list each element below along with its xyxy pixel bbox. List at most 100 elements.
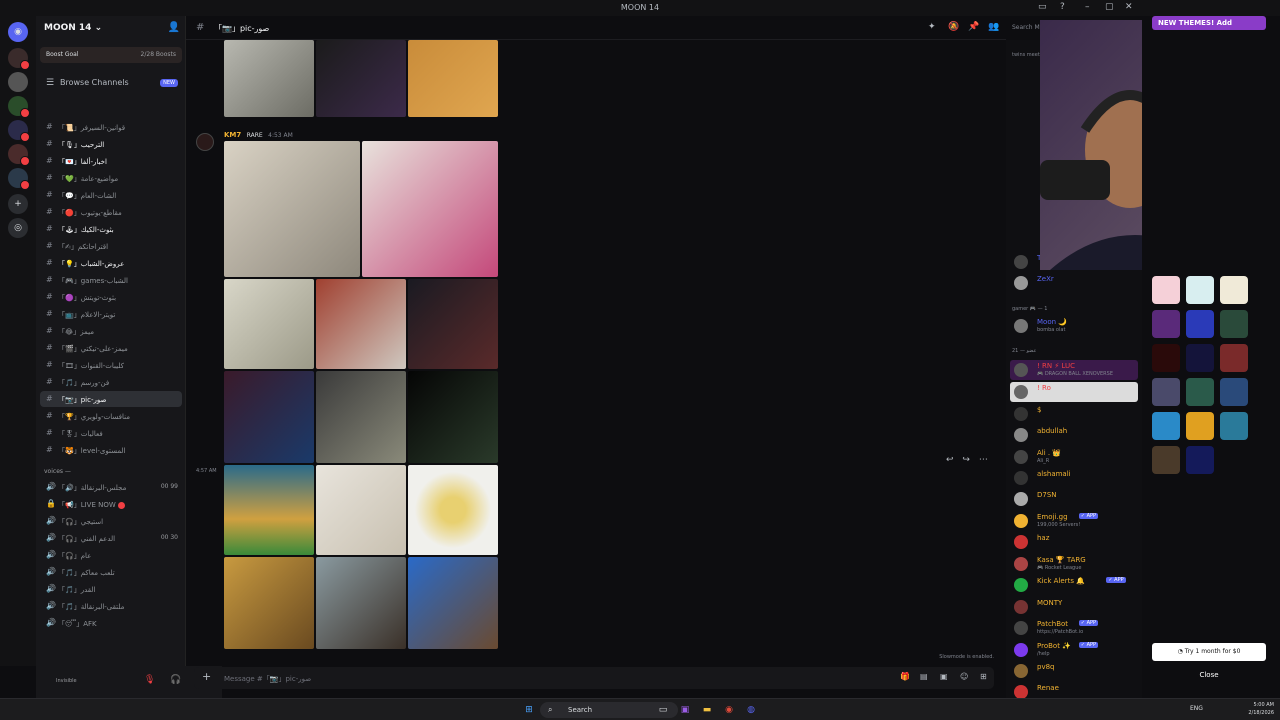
browse-channels[interactable]: ☰ Browse Channels NEW: [40, 74, 182, 92]
attachment-image[interactable]: [408, 371, 498, 463]
theme-swatch[interactable]: [1152, 412, 1180, 440]
theme-swatch[interactable]: [1186, 344, 1214, 372]
channel-item[interactable]: # 「💬」الشات-العام: [40, 187, 182, 203]
channel-item[interactable]: # 「💚」مواضيع-عامة: [40, 170, 182, 186]
server-icon[interactable]: [8, 120, 30, 142]
apps-icon[interactable]: ⊞: [980, 672, 987, 681]
close-window-button[interactable]: ✕: [1125, 2, 1133, 12]
attachment-image[interactable]: [224, 279, 314, 369]
voice-channel-item[interactable]: 🔊 「🎧」استيجي: [40, 513, 182, 529]
member-item[interactable]: Kasa 🏆 TARG 🎮 Rocket League: [1010, 554, 1138, 574]
gif-icon[interactable]: ▤: [920, 672, 928, 681]
attachment-image[interactable]: [224, 40, 314, 117]
home-icon[interactable]: ◉: [8, 22, 28, 42]
attachment-image[interactable]: [224, 465, 314, 555]
channel-item[interactable]: # 「🔴」مقاطع-يوتيوب: [40, 204, 182, 220]
help-icon[interactable]: ?: [1060, 2, 1065, 12]
server-icon[interactable]: [8, 72, 28, 92]
theme-swatch[interactable]: [1152, 446, 1180, 474]
attachment-image[interactable]: [408, 279, 498, 369]
channel-item[interactable]: # 「📜」قوانين-السيرفر: [40, 119, 182, 135]
theme-swatch[interactable]: [1220, 378, 1248, 406]
windows-start-icon[interactable]: ⊞: [522, 703, 536, 717]
premiere-icon[interactable]: ▣: [678, 703, 692, 717]
task-view-icon[interactable]: ▭: [656, 703, 670, 717]
member-item[interactable]: haz: [1010, 532, 1138, 552]
theme-swatch[interactable]: [1186, 412, 1214, 440]
theme-swatch[interactable]: [1186, 276, 1214, 304]
headphones-icon[interactable]: 🎧: [170, 675, 181, 685]
close-button[interactable]: Close: [1152, 671, 1266, 685]
sticker-icon[interactable]: ▣: [940, 672, 948, 681]
member-item[interactable]: ProBot ✨ ✓ APP/help: [1010, 640, 1138, 660]
channel-item[interactable]: # 「💡」عروض-الشباب: [40, 255, 182, 271]
channel-item[interactable]: # 「🎞」كليبات-القنوات: [40, 357, 182, 373]
member-item[interactable]: ZeXr: [1010, 273, 1138, 293]
invite-icon[interactable]: 👤: [168, 22, 180, 33]
voices-category[interactable]: voices —: [44, 468, 71, 475]
member-item[interactable]: Emoji.gg ✓ APP 199,000 Servers!: [1010, 511, 1138, 531]
discord-icon[interactable]: ◍: [744, 703, 758, 717]
attachment-image[interactable]: [316, 371, 406, 463]
taskbar-clock[interactable]: 5:00 AM 2/18/2026: [1248, 701, 1274, 717]
voice-channel-item[interactable]: 🔊 「🎵」تلعب معاكم: [40, 564, 182, 580]
attachment-image[interactable]: [408, 557, 498, 649]
voice-channel-item[interactable]: 🔊 「😴」AFK: [40, 615, 182, 631]
forward-icon[interactable]: ↪: [962, 455, 970, 465]
avatar[interactable]: [196, 133, 214, 151]
gift-icon[interactable]: 🎁: [900, 672, 910, 681]
voice-channel-item[interactable]: 🔊 「🎵」القدر: [40, 581, 182, 597]
theme-swatch[interactable]: [1152, 378, 1180, 406]
message-composer[interactable]: + Message #「📷」pic-صور 🎁 ▤ ▣ ☺ ⊞: [194, 667, 994, 689]
attachment-image[interactable]: [408, 465, 498, 555]
voice-channel-item[interactable]: 🔊 「🎧」عام: [40, 547, 182, 563]
channel-item[interactable]: # 「🕹」بثوث-الكيك: [40, 221, 182, 237]
member-item[interactable]: ! RN ⚡ LUC 🎮 DRAGON BALL XENOVERSE: [1010, 360, 1138, 380]
attachment-image[interactable]: [316, 279, 406, 369]
attachment-image[interactable]: [316, 465, 406, 555]
reply-icon[interactable]: ↩: [946, 455, 954, 465]
member-item[interactable]: D7SN: [1010, 489, 1138, 509]
theme-swatch[interactable]: [1152, 310, 1180, 338]
theme-swatch[interactable]: [1186, 378, 1214, 406]
channel-item[interactable]: # 「🎖」فعاليات: [40, 425, 182, 441]
member-item[interactable]: pv8q: [1010, 661, 1138, 681]
member-item[interactable]: ! Ro: [1010, 382, 1138, 402]
member-item[interactable]: $: [1010, 404, 1138, 424]
file-explorer-icon[interactable]: ▬: [700, 703, 714, 717]
server-icon[interactable]: [8, 168, 30, 190]
attachment-image[interactable]: [224, 557, 314, 649]
try-nitro-button[interactable]: ◔ Try 1 month for $0: [1152, 643, 1266, 661]
server-icon[interactable]: [8, 48, 30, 70]
taskbar-lang[interactable]: ENG: [1190, 705, 1203, 712]
member-item[interactable]: PatchBot ✓ APP https://PatchBot.io: [1010, 618, 1138, 638]
channel-item[interactable]: # 「✍」اقتراحاتكم: [40, 238, 182, 254]
server-icon[interactable]: [8, 96, 30, 118]
channel-item[interactable]: # 「🎬」ميمز-على-تيكتي: [40, 340, 182, 356]
attachment-image[interactable]: [224, 141, 360, 277]
member-item[interactable]: Kick Alerts 🔔 ✓ APP: [1010, 575, 1138, 595]
member-item[interactable]: abdullah: [1010, 425, 1138, 445]
channel-item[interactable]: # 「🏆」منافسات-ولويري: [40, 408, 182, 424]
member-item[interactable]: Ali . 👑 Ali_R: [1010, 447, 1138, 467]
channel-item[interactable]: # 「📺」تويتر-الاعلام: [40, 306, 182, 322]
theme-swatch[interactable]: [1186, 310, 1214, 338]
message-author[interactable]: KM7: [224, 131, 241, 139]
channel-item[interactable]: # 「🐯」level-المستوى: [40, 442, 182, 458]
theme-swatch[interactable]: [1220, 412, 1248, 440]
attachment-image[interactable]: [316, 557, 406, 649]
attachment-image[interactable]: [408, 40, 498, 117]
server-header[interactable]: MOON 14 ⌄ 👤: [36, 16, 186, 42]
voice-channel-item[interactable]: 🔒 「📢」LIVE NOW: [40, 496, 182, 512]
theme-swatch[interactable]: [1220, 276, 1248, 304]
channel-item[interactable]: # 「🎵」فن-ورسم: [40, 374, 182, 390]
member-item[interactable]: MONTY: [1010, 597, 1138, 617]
theme-swatch[interactable]: [1220, 344, 1248, 372]
theme-swatch[interactable]: [1186, 446, 1214, 474]
mute-icon[interactable]: 🎙: [144, 675, 155, 685]
attachment-image[interactable]: [316, 40, 406, 117]
voice-channel-item[interactable]: 🔊 「🎵」ملتقى-البرنقالة: [40, 598, 182, 614]
theme-swatch[interactable]: [1152, 344, 1180, 372]
inbox-icon[interactable]: ▭: [1038, 2, 1047, 12]
new-themes-banner[interactable]: NEW THEMES! Add: [1152, 16, 1266, 30]
